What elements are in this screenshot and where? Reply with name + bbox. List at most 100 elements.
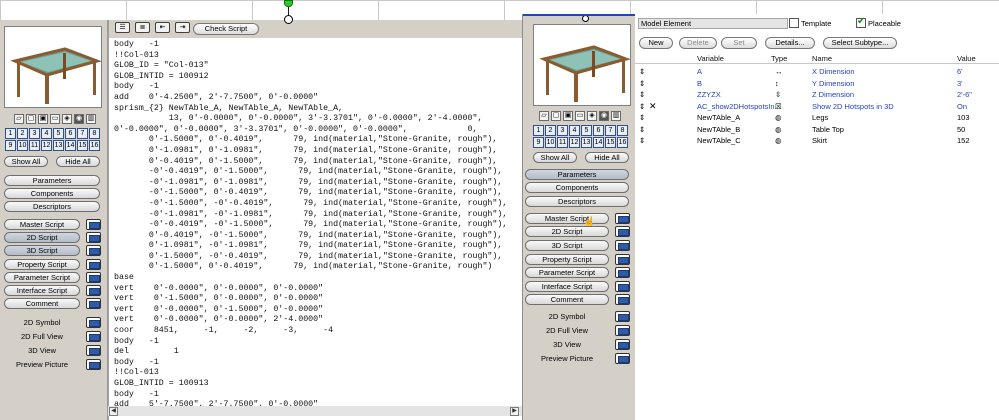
left-hide-all-button[interactable]: Hide All <box>56 156 100 167</box>
left-components-button[interactable]: Components <box>4 188 100 199</box>
row-value[interactable]: 152 <box>957 136 970 145</box>
right-view-mode-icon-7[interactable]: ▥ <box>611 111 621 121</box>
left-property-script-toggle[interactable] <box>86 259 101 270</box>
table-row[interactable]: ⇕ A ↔ X Dimension 6' <box>635 67 999 78</box>
row-reorder-arrows-icon[interactable]: ⇕ <box>639 67 645 76</box>
column-header-type[interactable]: Type <box>771 54 787 63</box>
left-layer-button-3[interactable]: 3 <box>29 128 40 139</box>
row-reorder-arrows-icon[interactable]: ⇕ <box>639 136 645 145</box>
row-value[interactable]: 2'-6" <box>957 90 972 99</box>
details-button[interactable]: Details... <box>765 37 815 49</box>
right-layer-button-13[interactable]: 13 <box>581 137 592 148</box>
right-comment-button[interactable]: Comment <box>525 294 609 305</box>
ruler-vertical-icon[interactable]: ↕ <box>775 79 779 88</box>
view-mode-icon-1[interactable]: ▱ <box>14 114 24 124</box>
row-value[interactable]: 103 <box>957 113 970 122</box>
right-2d-full-view-toggle[interactable] <box>615 325 630 336</box>
format-list-icon[interactable]: ≣ <box>135 22 150 33</box>
right-layer-button-11[interactable]: 11 <box>557 137 568 148</box>
left-interface-script-button[interactable]: Interface Script <box>4 285 80 296</box>
right-layer-button-4[interactable]: 4 <box>569 125 580 136</box>
left-layer-button-6[interactable]: 6 <box>65 128 76 139</box>
select-subtype-button[interactable]: Select Subtype... <box>823 37 897 49</box>
right-layer-button-3[interactable]: 3 <box>557 125 568 136</box>
right-preview-picture-toggle[interactable] <box>615 353 630 364</box>
view-mode-icon-3[interactable]: ▣ <box>38 114 48 124</box>
row-value[interactable]: 50 <box>957 125 965 134</box>
format-wrap-icon[interactable]: ⇥ <box>175 22 190 33</box>
left-layer-button-8[interactable]: 8 <box>89 128 100 139</box>
column-header-variable[interactable]: Variable <box>697 54 724 63</box>
right-components-button[interactable]: Components <box>525 182 629 193</box>
right-2d-script-button[interactable]: 2D Script <box>525 226 609 237</box>
table-row[interactable]: ⇕ ZZYZX ⇳ Z Dimension 2'-6" <box>635 90 999 101</box>
right-view-mode-icon-4[interactable]: ▭ <box>575 111 585 121</box>
row-reorder-arrows-icon[interactable]: ⇕ <box>639 79 645 88</box>
right-master-script-toggle[interactable] <box>615 213 630 224</box>
delete-button[interactable]: Delete <box>679 37 717 49</box>
right-layer-button-14[interactable]: 14 <box>593 137 604 148</box>
table-row[interactable]: ⇕ B ↕ Y Dimension 3' <box>635 79 999 90</box>
column-header-value[interactable]: Value <box>957 54 976 63</box>
right-layer-button-6[interactable]: 6 <box>593 125 604 136</box>
set-button[interactable]: Set <box>721 37 757 49</box>
left-2d-symbol-toggle[interactable] <box>86 317 101 328</box>
placeable-checkbox[interactable] <box>856 16 866 28</box>
row-reorder-arrows-icon[interactable]: ⇕ <box>639 113 645 122</box>
left-3d-script-toggle[interactable] <box>86 245 101 256</box>
right-descriptors-button[interactable]: Descriptors <box>525 196 629 207</box>
right-interface-script-button[interactable]: Interface Script <box>525 281 609 292</box>
left-layer-button-9[interactable]: 9 <box>5 140 16 151</box>
row-value[interactable]: 3' <box>957 79 963 88</box>
right-3d-script-button[interactable]: 3D Script <box>525 240 609 251</box>
left-2d-script-toggle[interactable] <box>86 232 101 243</box>
material-icon[interactable]: ◍ <box>775 136 782 145</box>
left-parameter-script-button[interactable]: Parameter Script <box>4 272 80 283</box>
check-script-button[interactable]: Check Script <box>193 23 259 35</box>
hidden-parameter-x-icon[interactable]: ✕ <box>649 101 657 112</box>
table-row[interactable]: ⇕ ✕ AC_show2DHotspotsIn... ☒ Show 2D Hotspot… <box>635 101 999 113</box>
right-layer-button-16[interactable]: 16 <box>617 137 628 148</box>
right-layer-button-7[interactable]: 7 <box>605 125 616 136</box>
right-3d-script-toggle[interactable] <box>615 240 630 251</box>
right-layer-button-1[interactable]: 1 <box>533 125 544 136</box>
new-button[interactable]: New <box>639 37 673 49</box>
left-3d-script-button[interactable]: 3D Script <box>4 245 80 256</box>
table-row[interactable]: ⇕ NewTAble_A ◍ Legs 103 <box>635 113 999 124</box>
right-view-mode-icon-2[interactable]: ▢ <box>551 111 561 121</box>
left-comment-button[interactable]: Comment <box>4 298 80 309</box>
right-parameter-script-toggle[interactable] <box>615 267 630 278</box>
left-master-script-toggle[interactable] <box>86 219 101 230</box>
right-parameter-script-button[interactable]: Parameter Script <box>525 267 609 278</box>
left-master-script-button[interactable]: Master Script <box>4 219 80 230</box>
view-mode-icon-5[interactable]: ◈ <box>62 114 72 124</box>
row-reorder-arrows-icon[interactable]: ⇕ <box>639 90 645 99</box>
right-master-script-button[interactable]: Master Script <box>525 213 609 224</box>
view-mode-icon-6[interactable]: ◉ <box>74 114 84 124</box>
right-layer-button-2[interactable]: 2 <box>545 125 556 136</box>
left-comment-toggle[interactable] <box>86 298 101 309</box>
row-reorder-arrows-icon[interactable]: ⇕ <box>639 102 645 111</box>
left-layer-button-12[interactable]: 12 <box>41 140 52 151</box>
right-layer-button-9[interactable]: 9 <box>533 137 544 148</box>
left-2d-script-button[interactable]: 2D Script <box>4 232 80 243</box>
right-comment-toggle[interactable] <box>615 294 630 305</box>
left-layer-button-16[interactable]: 16 <box>89 140 100 151</box>
left-parameter-script-toggle[interactable] <box>86 272 101 283</box>
selection-handle-green-icon[interactable] <box>284 0 293 7</box>
right-interface-script-toggle[interactable] <box>615 281 630 292</box>
row-reorder-arrows-icon[interactable]: ⇕ <box>639 125 645 134</box>
left-show-all-button[interactable]: Show All <box>4 156 48 167</box>
right-view-mode-icon-3[interactable]: ▣ <box>563 111 573 121</box>
left-layer-button-1[interactable]: 1 <box>5 128 16 139</box>
left-layer-button-14[interactable]: 14 <box>65 140 76 151</box>
right-layer-button-5[interactable]: 5 <box>581 125 592 136</box>
left-layer-button-11[interactable]: 11 <box>29 140 40 151</box>
right-layer-button-15[interactable]: 15 <box>605 137 616 148</box>
left-layer-button-2[interactable]: 2 <box>17 128 28 139</box>
table-row[interactable]: ⇕ NewTAble_B ◍ Table Top 50 <box>635 125 999 136</box>
right-property-script-toggle[interactable] <box>615 254 630 265</box>
left-3d-view-toggle[interactable] <box>86 345 101 356</box>
left-layer-button-10[interactable]: 10 <box>17 140 28 151</box>
right-view-mode-icon-5[interactable]: ◈ <box>587 111 597 121</box>
